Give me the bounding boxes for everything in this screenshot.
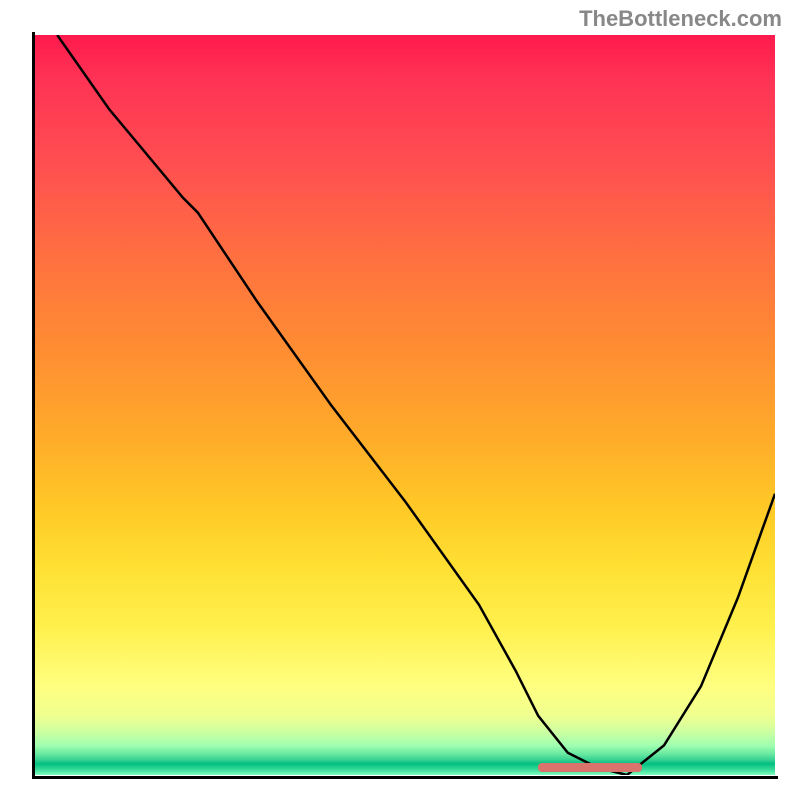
y-axis (32, 32, 35, 779)
chart-container (35, 35, 775, 775)
x-axis (32, 776, 778, 779)
watermark-text: TheBottleneck.com (579, 6, 782, 32)
optimal-range-marker (538, 763, 642, 772)
bottleneck-curve (35, 35, 775, 775)
